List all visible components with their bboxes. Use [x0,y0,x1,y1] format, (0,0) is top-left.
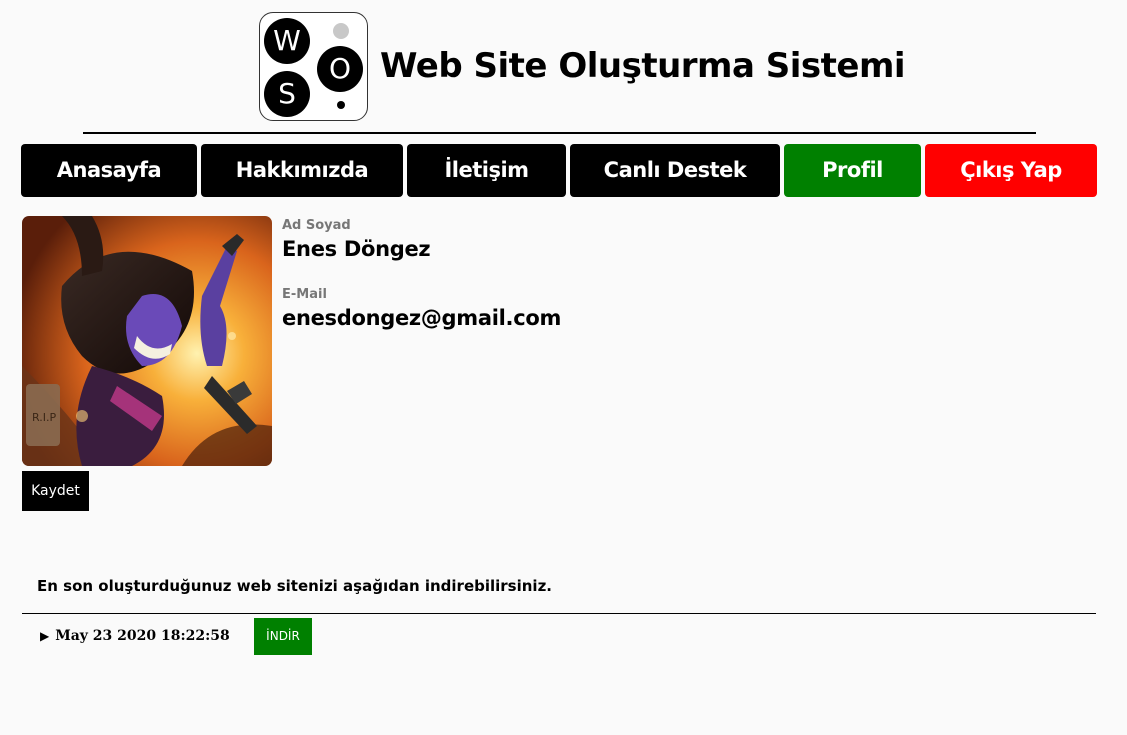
logo-letter-s: S [264,71,310,117]
site-logo[interactable]: W S O [259,12,368,121]
nav-contact[interactable]: İletişim [407,144,566,197]
site-title: Web Site Oluşturma Sistemi [380,46,906,86]
name-value: Enes Döngez [282,237,431,261]
nav-live-support[interactable]: Canlı Destek [570,144,780,197]
profile-avatar[interactable]: R.I.P [22,216,272,466]
email-value: enesdongez@gmail.com [282,306,562,330]
download-info-text: En son oluşturduğunuz web sitenizi aşağı… [37,577,553,595]
email-label: E-Mail [282,287,327,302]
site-header: W S O Web Site Oluşturma Sistemi [0,0,1127,135]
logo-letter-o: O [317,46,363,92]
svg-text:R.I.P: R.I.P [32,411,56,424]
download-entry[interactable]: ▶ May 23 2020 18:22:58 [40,625,230,647]
logo-dot-large [333,23,349,39]
nav-about[interactable]: Hakkımızda [201,144,403,197]
save-button[interactable]: Kaydet [22,471,89,511]
nav-profile[interactable]: Profil [784,144,921,197]
expand-triangle-icon[interactable]: ▶ [40,629,49,643]
download-entry-date: May 23 2020 18:22:58 [55,628,230,644]
nav-logout[interactable]: Çıkış Yap [925,144,1097,197]
logo-letter-w: W [264,18,310,64]
header-divider [83,132,1036,134]
download-button[interactable]: İNDİR [254,618,312,655]
nav-home[interactable]: Anasayfa [21,144,197,197]
logo-dot-small [337,101,345,109]
name-label: Ad Soyad [282,218,351,233]
avatar-image: R.I.P [22,216,272,466]
downloads-divider [22,613,1096,614]
